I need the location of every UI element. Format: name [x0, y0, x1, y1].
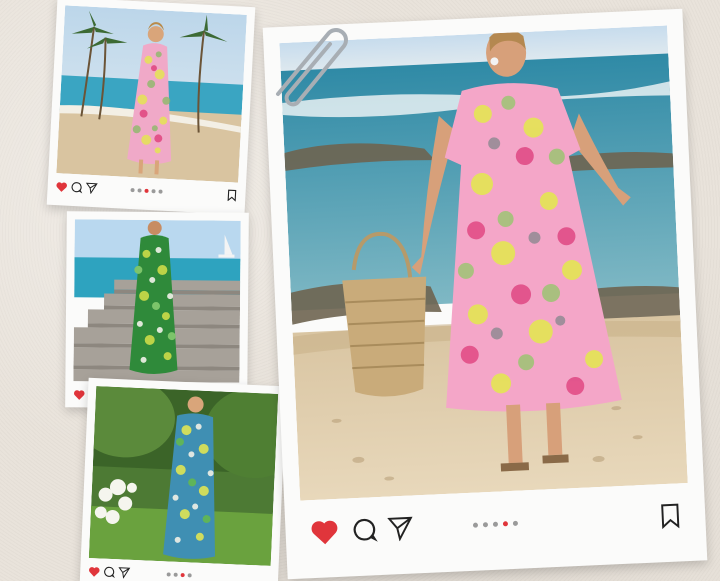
post-photo-garden[interactable] [88, 386, 279, 566]
carousel-dot [173, 572, 178, 577]
heart-icon[interactable] [55, 181, 68, 193]
carousel-dot [187, 573, 192, 578]
post-card-palm-beach[interactable] [46, 0, 256, 216]
carousel-dot [130, 188, 135, 193]
heart-icon[interactable] [73, 389, 85, 400]
carousel-indicator [472, 520, 519, 528]
carousel-dot [492, 521, 499, 527]
carousel-dot [158, 189, 163, 194]
comment-icon[interactable] [70, 181, 83, 194]
post-photo-sea-steps[interactable] [73, 219, 241, 383]
paperclip-icon [276, 28, 348, 107]
heart-icon[interactable] [309, 517, 340, 545]
carousel-dot [482, 521, 489, 527]
post-photo-palm-beach[interactable] [56, 5, 247, 183]
post-card-garden[interactable] [79, 377, 287, 581]
carousel-dot-active [502, 520, 509, 526]
heart-icon[interactable] [88, 565, 100, 577]
carousel-dot-active [144, 188, 149, 193]
carousel-dot [472, 522, 479, 528]
comment-icon[interactable] [351, 516, 378, 543]
carousel-indicator [166, 572, 192, 578]
carousel-dot [512, 520, 519, 526]
carousel-dot [137, 188, 142, 193]
carousel-dot [166, 572, 171, 577]
share-icon[interactable] [118, 566, 131, 579]
bookmark-icon[interactable] [226, 189, 238, 202]
carousel-indicator [130, 188, 163, 194]
bookmark-icon[interactable] [659, 502, 682, 530]
carousel-dot-active [180, 572, 185, 578]
carousel-dot [151, 189, 156, 194]
comment-icon[interactable] [103, 566, 116, 579]
share-icon[interactable] [85, 182, 98, 195]
share-icon[interactable] [387, 514, 414, 542]
